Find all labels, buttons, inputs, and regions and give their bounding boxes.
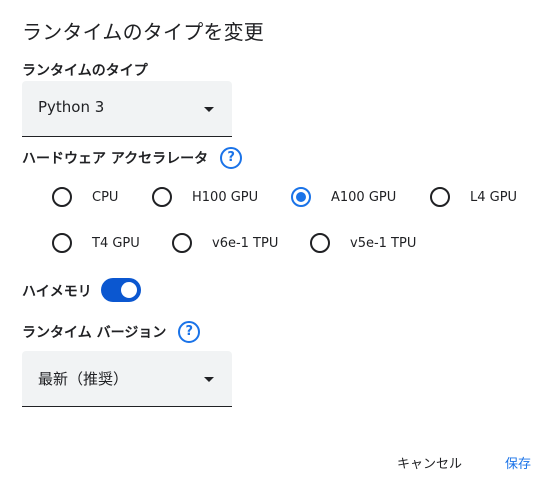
radio-button-icon[interactable] — [172, 233, 192, 253]
accelerator-label: ハードウェア アクセラレータ ? — [22, 147, 243, 169]
runtime-type-select[interactable]: Python 3 — [22, 81, 232, 137]
runtime-type-label: ランタイムのタイプ — [22, 60, 148, 80]
radio-option-t4-gpu[interactable]: T4 GPU — [52, 233, 140, 253]
radio-option-cpu[interactable]: CPU — [52, 187, 118, 207]
radio-label: L4 GPU — [470, 189, 518, 205]
radio-label: H100 GPU — [192, 189, 259, 205]
accelerator-label-text: ハードウェア アクセラレータ — [22, 151, 209, 167]
help-icon[interactable]: ? — [220, 147, 243, 169]
runtime-version-label: ランタイム バージョン ? — [22, 321, 201, 343]
radio-option-l4-gpu[interactable]: L4 GPU — [430, 187, 517, 207]
radio-button-icon[interactable] — [310, 233, 330, 253]
radio-option-a100-gpu[interactable]: A100 GPU — [291, 187, 396, 207]
radio-label: A100 GPU — [331, 189, 397, 205]
radio-option-v6e-1-tpu[interactable]: v6e-1 TPU — [172, 233, 278, 253]
radio-label: T4 GPU — [92, 235, 140, 251]
radio-label: v6e-1 TPU — [212, 235, 279, 251]
runtime-type-label-text: ランタイムのタイプ — [22, 63, 148, 79]
radio-option-h100-gpu[interactable]: H100 GPU — [152, 187, 258, 207]
runtime-version-value: 最新（推奨） — [38, 370, 129, 388]
dialog-title: ランタイムのタイプを変更 — [22, 20, 264, 44]
runtime-version-select[interactable]: 最新（推奨） — [22, 351, 232, 407]
chevron-down-icon — [204, 377, 214, 382]
high-memory-label: ハイメモリ — [22, 281, 92, 301]
radio-button-icon[interactable] — [152, 187, 172, 207]
radio-label: CPU — [92, 189, 119, 205]
high-memory-toggle[interactable] — [101, 278, 141, 302]
runtime-version-label-text: ランタイム バージョン — [22, 325, 167, 341]
radio-button-icon[interactable] — [52, 233, 72, 253]
cancel-button[interactable]: キャンセル — [397, 453, 462, 472]
high-memory-label-text: ハイメモリ — [22, 284, 92, 300]
runtime-type-value: Python 3 — [38, 98, 105, 116]
chevron-down-icon — [204, 107, 214, 112]
save-button[interactable]: 保存 — [505, 453, 531, 472]
radio-button-icon[interactable] — [430, 187, 450, 207]
help-icon[interactable]: ? — [178, 321, 201, 343]
radio-button-checked-icon[interactable] — [291, 187, 311, 207]
radio-option-v5e-1-tpu[interactable]: v5e-1 TPU — [310, 233, 416, 253]
radio-label: v5e-1 TPU — [350, 235, 417, 251]
toggle-knob — [121, 282, 137, 298]
radio-button-icon[interactable] — [52, 187, 72, 207]
